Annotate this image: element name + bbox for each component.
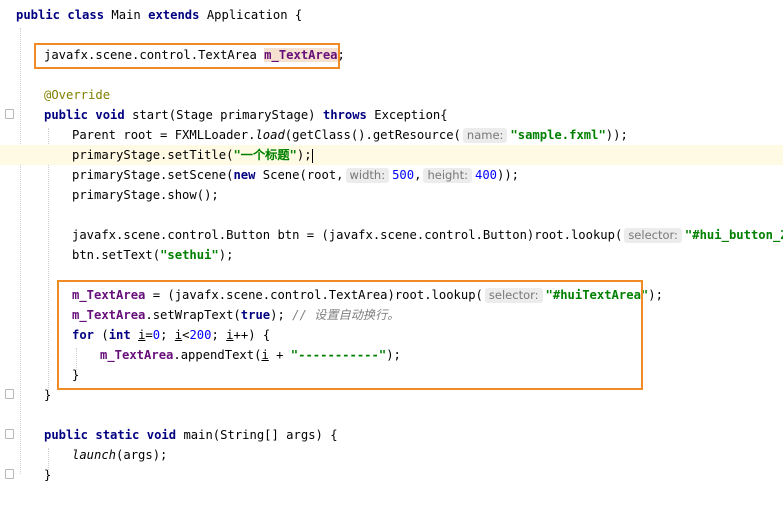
- code-text: primaryStage.setScene(: [72, 168, 234, 182]
- code-line: public class Main extends Application {: [0, 5, 783, 25]
- code-line: primaryStage.setScene(new Scene(root, wid…: [0, 165, 783, 185]
- code-text: (getClass().getResource(: [284, 128, 461, 142]
- keyword: void: [146, 428, 177, 442]
- keyword: public: [44, 108, 89, 122]
- code-text: );: [296, 148, 312, 162]
- code-text: primaryStage.show();: [72, 188, 219, 202]
- text-cursor: [311, 148, 313, 163]
- code-text: Scene(root,: [262, 168, 344, 182]
- code-line: }: [0, 465, 783, 485]
- keyword: class: [67, 8, 105, 22]
- code-text: (args);: [116, 448, 168, 462]
- code-line: public static void main(String[] args) {: [0, 425, 783, 445]
- keyword: throws: [322, 108, 367, 122]
- string-literal: "#hui_button_2": [684, 228, 783, 242]
- code-text: );: [218, 248, 234, 262]
- parameter-hint: selector:: [624, 228, 682, 243]
- code-line: btn.setText("sethui");: [0, 245, 783, 265]
- code-text: ));: [497, 168, 520, 182]
- keyword: new: [233, 168, 256, 182]
- code-text: main(String[] args) {: [183, 428, 338, 442]
- code-line: public void start(Stage primaryStage) th…: [0, 105, 783, 125]
- highlight-box-textarea-code: [57, 280, 643, 390]
- code-text: start(Stage primaryStage): [132, 108, 316, 122]
- parameter-hint: width:: [345, 168, 390, 183]
- parameter-hint: name:: [462, 128, 508, 143]
- annotation: @Override: [44, 88, 111, 102]
- code-text: Exception{: [374, 108, 448, 122]
- keyword: void: [95, 108, 125, 122]
- code-line: launch(args);: [0, 445, 783, 465]
- string-literal: "一个标题": [233, 148, 297, 162]
- code-text: ,: [414, 168, 422, 182]
- code-line: Parent root = FXMLLoader.load(getClass()…: [0, 125, 783, 145]
- code-line: javafx.scene.control.Button btn = (javaf…: [0, 225, 783, 245]
- code-text: );: [648, 288, 663, 302]
- string-literal: "sample.fxml": [510, 128, 606, 142]
- parameter-hint: height:: [423, 168, 472, 183]
- method-call: load: [255, 128, 285, 142]
- code-text: ));: [605, 128, 628, 142]
- code-line: @Override: [0, 85, 783, 105]
- code-line: primaryStage.show();: [0, 185, 783, 205]
- number-literal: 500: [392, 168, 415, 182]
- keyword: public: [16, 8, 61, 22]
- code-text: javafx.scene.control.Button btn = (javaf…: [72, 228, 623, 242]
- method-call: launch: [72, 448, 117, 462]
- highlight-box-field-declaration: [34, 43, 340, 69]
- code-text: Application {: [206, 8, 303, 22]
- keyword: public: [44, 428, 89, 442]
- code-text: }: [44, 468, 52, 482]
- keyword: static: [95, 428, 140, 442]
- current-line: primaryStage.setTitle("一个标题");: [0, 145, 783, 165]
- number-literal: 400: [474, 168, 497, 182]
- class-name: Main: [111, 8, 141, 22]
- code-text: primaryStage.setTitle(: [72, 148, 234, 162]
- keyword: extends: [148, 8, 200, 22]
- code-text: btn.setText(: [72, 248, 161, 262]
- code-text: Parent root = FXMLLoader.: [72, 128, 256, 142]
- code-text: }: [44, 388, 52, 402]
- string-literal: "sethui": [160, 248, 219, 262]
- code-editor[interactable]: public class Main extends Application { …: [0, 0, 783, 490]
